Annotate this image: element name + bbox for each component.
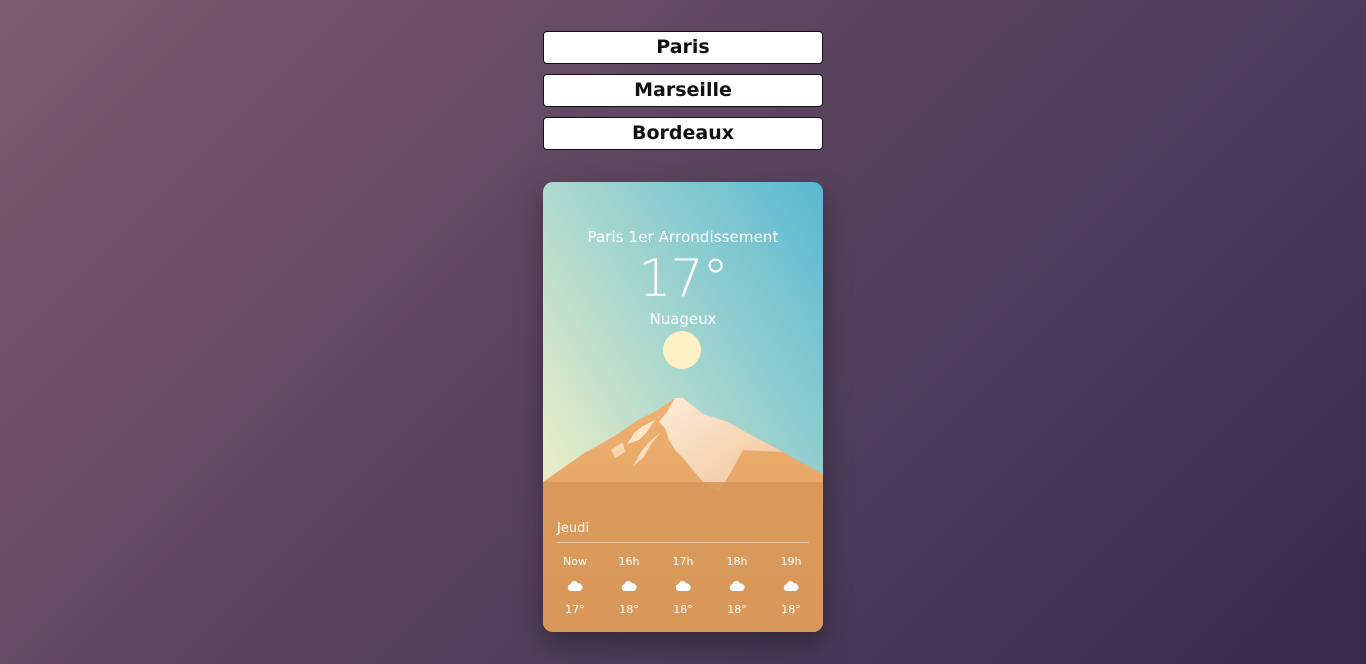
- forecast-day: Jeudi: [557, 520, 809, 543]
- cloud-icon: [719, 573, 755, 599]
- forecast-time: 17h: [672, 555, 694, 568]
- forecast-temperature: 18°: [727, 603, 747, 616]
- weather-card: Paris 1er Arrondissement 17° Nuageux Jeu…: [543, 182, 823, 632]
- forecast-time: Now: [563, 555, 587, 568]
- forecast-temperature: 18°: [673, 603, 693, 616]
- cloud-icon: [665, 573, 701, 599]
- forecast-time: 18h: [726, 555, 748, 568]
- forecast-temperature: 18°: [781, 603, 801, 616]
- forecast-time: 16h: [618, 555, 640, 568]
- forecast-hour: Now 17°: [557, 555, 593, 617]
- forecast-hour: 17h 18°: [665, 555, 701, 617]
- city-button-bordeaux[interactable]: Bordeaux: [543, 117, 823, 150]
- sun-icon: [663, 331, 701, 369]
- city-button-marseille[interactable]: Marseille: [543, 74, 823, 107]
- cloud-icon: [773, 573, 809, 599]
- cloud-icon: [611, 573, 647, 599]
- city-button-paris[interactable]: Paris: [543, 31, 823, 64]
- location-name: Paris 1er Arrondissement: [587, 228, 779, 246]
- hourly-forecast: Jeudi Now 17° 16h 18° 17h 18° 18h 18° 19…: [557, 520, 809, 617]
- cloud-icon: [557, 573, 593, 599]
- forecast-temperature: 18°: [619, 603, 639, 616]
- forecast-hour: 18h 18°: [719, 555, 755, 617]
- forecast-hour: 16h 18°: [611, 555, 647, 617]
- forecast-hour: 19h 18°: [773, 555, 809, 617]
- city-selector: Paris Marseille Bordeaux: [543, 31, 823, 160]
- weather-summary: Paris 1er Arrondissement 17° Nuageux: [543, 182, 823, 329]
- forecast-time: 19h: [780, 555, 802, 568]
- weather-condition: Nuageux: [649, 310, 717, 328]
- forecast-temperature: 17°: [565, 603, 585, 616]
- current-temperature: 17°: [638, 249, 728, 309]
